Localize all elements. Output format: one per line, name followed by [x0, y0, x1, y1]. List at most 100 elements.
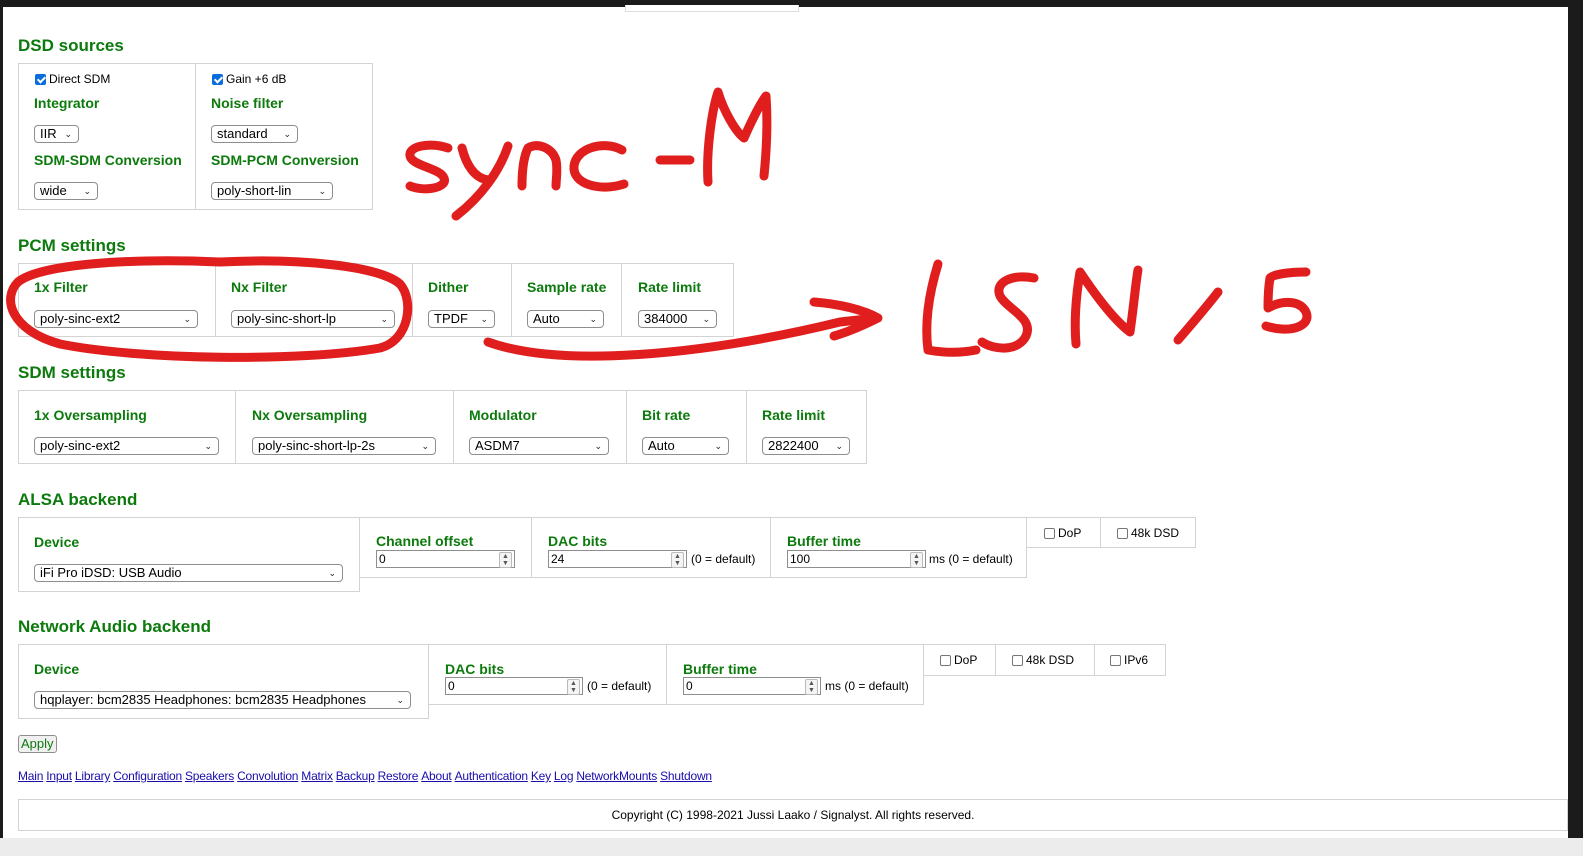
gain-label: Gain +6 dB: [226, 72, 287, 86]
alsa-48k-checkbox[interactable]: [1117, 528, 1128, 539]
nav-link-restore[interactable]: Restore: [378, 769, 419, 783]
sdm-1x-oversampling-select[interactable]: poly-sinc-ext2 ⌄: [34, 437, 219, 455]
nab-dop-checkbox-row[interactable]: DoP: [940, 653, 977, 667]
nab-buffer-hint: ms (0 = default): [825, 679, 909, 693]
pcm-nx-filter-select[interactable]: poly-sinc-short-lp ⌄: [231, 310, 395, 328]
nav-link-shutdown[interactable]: Shutdown: [660, 769, 712, 783]
alsa-buffer-input[interactable]: 100 ▲ ▼: [787, 550, 926, 568]
sdm-pcm-label: SDM-PCM Conversion: [211, 152, 359, 168]
alsa-dop-label: DoP: [1058, 526, 1082, 540]
direct-sdm-checkbox-row[interactable]: Direct SDM: [35, 72, 110, 86]
chevron-down-icon: ⌄: [421, 441, 429, 451]
annotation-stroke: [1261, 267, 1312, 334]
nav-link-key[interactable]: Key: [531, 769, 551, 783]
stepper-icon[interactable]: ▲ ▼: [499, 552, 512, 568]
alsa-48k-label: 48k DSD: [1131, 526, 1180, 540]
gain-checkbox-row[interactable]: Gain +6 dB: [212, 72, 286, 86]
chevron-down-icon: ⌄: [64, 129, 72, 139]
pcm-1x-filter-label: 1x Filter: [34, 279, 88, 295]
nav-link-speakers[interactable]: Speakers: [185, 769, 234, 783]
apply-button[interactable]: Apply: [18, 735, 57, 753]
nab-48k-checkbox[interactable]: [1012, 655, 1023, 666]
stepper-icon[interactable]: ▲ ▼: [805, 679, 818, 695]
chevron-down-icon: ⌄: [714, 441, 722, 451]
alsa-dop-checkbox[interactable]: [1044, 528, 1055, 539]
integrator-label: Integrator: [34, 95, 100, 111]
integrator-select[interactable]: IIR ⌄: [34, 125, 79, 143]
sdm-sdm-select[interactable]: wide ⌄: [34, 182, 98, 200]
nav-link-matrix[interactable]: Matrix: [301, 769, 333, 783]
sample-rate-label: Sample rate: [527, 279, 607, 295]
chevron-down-icon: ⌄: [835, 441, 843, 451]
pcm-rate-limit-select[interactable]: 384000 ⌄: [638, 310, 717, 328]
annotation-stroke: [1173, 287, 1223, 345]
noise-filter-select[interactable]: standard ⌄: [211, 125, 298, 143]
sdm-pcm-select[interactable]: poly-short-lin ⌄: [211, 182, 333, 200]
alsa-device-select[interactable]: iFi Pro iDSD: USB Audio ⌄: [34, 564, 343, 582]
modulator-label: Modulator: [469, 407, 537, 423]
nab-dac-bits-input[interactable]: 0 ▲ ▼: [445, 677, 583, 695]
stepper-icon[interactable]: ▲ ▼: [671, 552, 684, 568]
chevron-down-icon: ⌄: [702, 314, 710, 324]
nav-link-library[interactable]: Library: [75, 769, 110, 783]
alsa-48k-checkbox-row[interactable]: 48k DSD: [1117, 526, 1179, 540]
nav-link-authentication[interactable]: Authentication: [455, 769, 528, 783]
nab-48k-checkbox-row[interactable]: 48k DSD: [1012, 653, 1074, 667]
nab-dac-bits-hint: (0 = default): [587, 679, 652, 693]
nav-link-about[interactable]: About: [421, 769, 452, 783]
window-left-edge: [0, 0, 3, 856]
annotation-stroke: [517, 141, 562, 191]
nab-buffer-input[interactable]: 0 ▲ ▼: [683, 677, 821, 695]
chevron-down-icon: ⌄: [204, 441, 212, 451]
browser-tab-edge: [625, 5, 799, 12]
nav-link-configuration[interactable]: Configuration: [113, 769, 182, 783]
alsa-dac-bits-input[interactable]: 24 ▲ ▼: [548, 550, 687, 568]
nab-dac-bits-label: DAC bits: [445, 661, 505, 677]
annotation-stroke: [405, 140, 453, 194]
nab-48k-label: 48k DSD: [1026, 653, 1075, 667]
sdm-rate-limit-label: Rate limit: [762, 407, 826, 423]
nab-dop-checkbox[interactable]: [940, 655, 951, 666]
channel-offset-label: Channel offset: [376, 533, 474, 549]
stepper-icon[interactable]: ▲ ▼: [910, 552, 923, 568]
nav-link-input[interactable]: Input: [46, 769, 72, 783]
window-right-edge: [1568, 0, 1583, 856]
nav-link-log[interactable]: Log: [554, 769, 574, 783]
nab-ipv6-checkbox[interactable]: [1110, 655, 1121, 666]
sdm-nx-oversampling-select[interactable]: poly-sinc-short-lp-2s ⌄: [252, 437, 436, 455]
nav-link-main[interactable]: Main: [18, 769, 43, 783]
nav-links: Main Input Library Configuration Speakers Con…: [18, 769, 715, 783]
alsa-dop-checkbox-row[interactable]: DoP: [1044, 526, 1081, 540]
pcm-1x-filter-select[interactable]: poly-sinc-ext2 ⌄: [34, 310, 198, 328]
dither-select[interactable]: TPDF ⌄: [428, 310, 495, 328]
stepper-icon[interactable]: ▲ ▼: [567, 679, 580, 695]
annotation-stroke: [977, 272, 1039, 353]
annotation-stroke: [703, 87, 772, 187]
network-audio-backend-title: Network Audio backend: [18, 617, 212, 636]
nab-device-select[interactable]: hqplayer: bcm2835 Headphones: bcm2835 He…: [34, 691, 411, 709]
chevron-down-icon: ⌄: [380, 314, 388, 324]
nab-buffer-label: Buffer time: [683, 661, 757, 677]
direct-sdm-label: Direct SDM: [49, 72, 111, 86]
chevron-down-icon: ⌄: [83, 186, 91, 196]
gain-checkbox[interactable]: [212, 74, 223, 85]
chevron-down-icon: ⌄: [396, 695, 404, 705]
annotation-stroke: [809, 297, 883, 341]
nab-ipv6-checkbox-row[interactable]: IPv6: [1110, 653, 1148, 667]
channel-offset-input[interactable]: 0 ▲ ▼: [376, 550, 515, 568]
direct-sdm-checkbox[interactable]: [35, 74, 46, 85]
nav-link-backup[interactable]: Backup: [336, 769, 375, 783]
modulator-select[interactable]: ASDM7 ⌄: [469, 437, 609, 455]
alsa-device-label: Device: [34, 534, 80, 550]
nav-link-convolution[interactable]: Convolution: [237, 769, 298, 783]
noise-filter-label: Noise filter: [211, 95, 284, 111]
dsd-sources-title: DSD sources: [18, 36, 124, 55]
sdm-1x-oversampling-label: 1x Oversampling: [34, 407, 147, 423]
alsa-buffer-hint: ms (0 = default): [929, 552, 1013, 566]
nab-ipv6-label: IPv6: [1124, 653, 1149, 667]
bit-rate-select[interactable]: Auto ⌄: [642, 437, 729, 455]
sdm-rate-limit-select[interactable]: 2822400 ⌄: [762, 437, 850, 455]
dither-label: Dither: [428, 279, 469, 295]
sample-rate-select[interactable]: Auto ⌄: [527, 310, 604, 328]
nav-link-networkmounts[interactable]: NetworkMounts: [576, 769, 657, 783]
